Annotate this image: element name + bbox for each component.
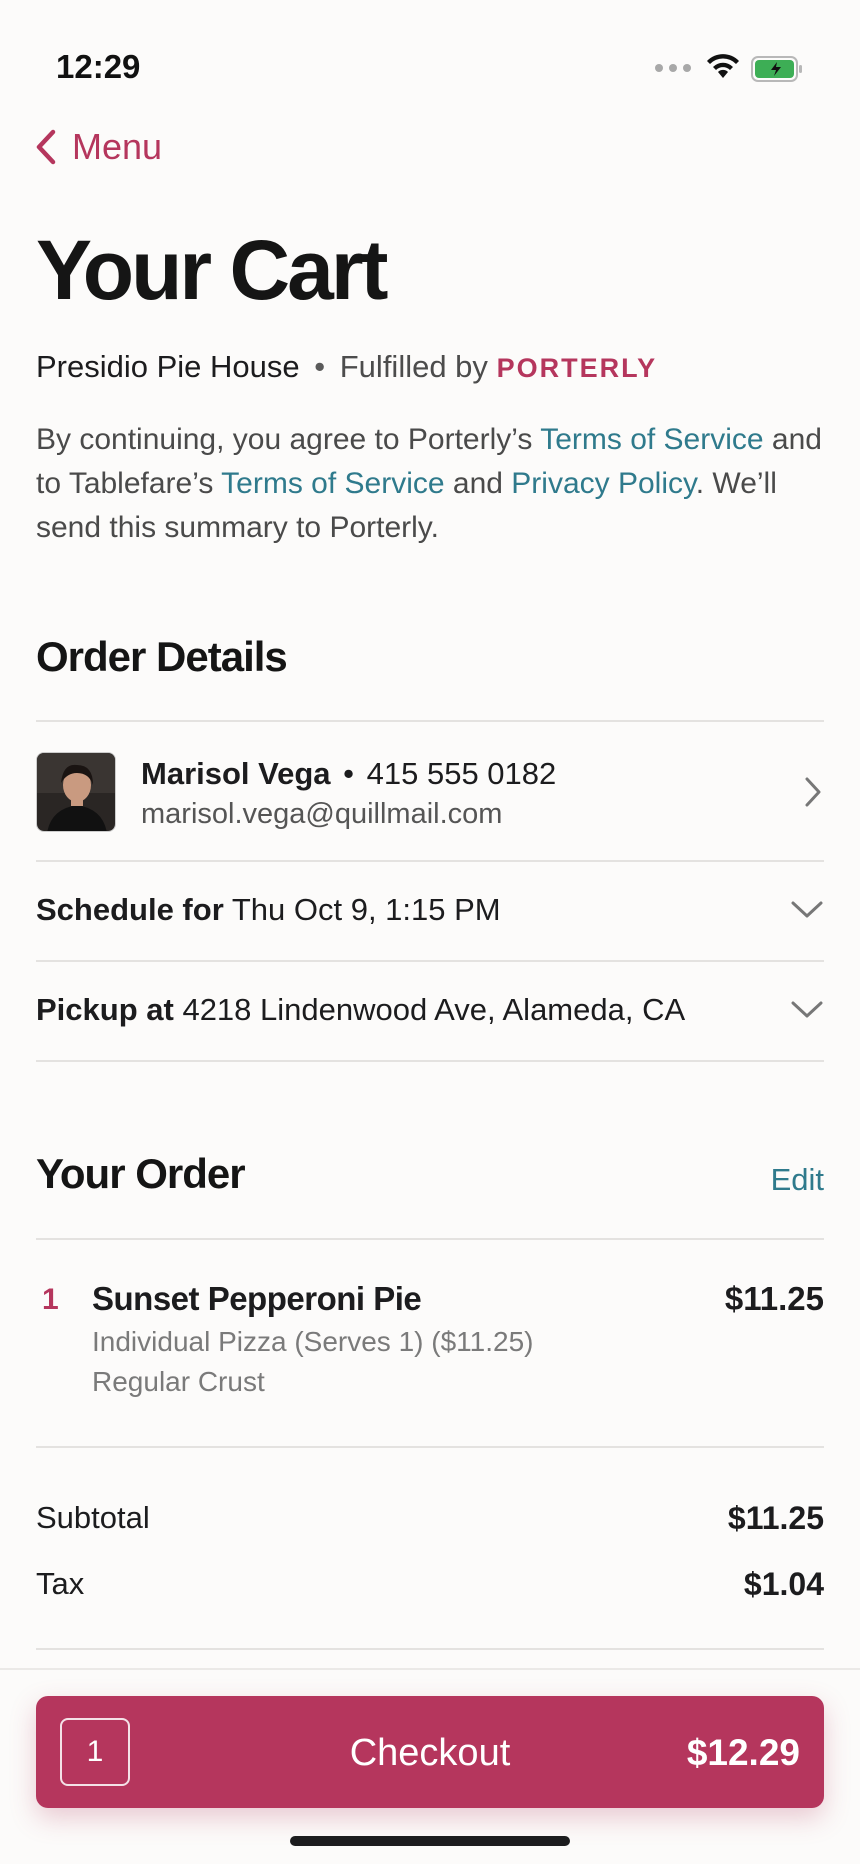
schedule-row[interactable]: Schedule for Thu Oct 9, 1:15 PM [36, 862, 824, 960]
fulfilled-by-label: Fulfilled by [339, 349, 488, 384]
separator-dot: • [314, 349, 326, 384]
pickup-label-line: Pickup at 4218 Lindenwood Ave, Alameda, … [36, 992, 685, 1028]
page-title: Your Cart [36, 223, 388, 317]
divider [36, 1648, 824, 1650]
contact-name-line: Marisol Vega • 415 555 0182 [141, 756, 556, 792]
contact-phone: 415 555 0182 [366, 756, 557, 791]
tax-label: Tax [36, 1566, 85, 1601]
wifi-icon [707, 54, 739, 78]
your-order-title: Your Order [36, 1150, 246, 1197]
status-bar: 12:29 [0, 0, 860, 120]
courier-brand: PORTERLY [496, 353, 658, 383]
avatar [36, 752, 116, 832]
porterly-terms-link[interactable]: Terms of Service [540, 423, 763, 456]
order-details-title: Order Details [36, 633, 288, 680]
checkout-button[interactable]: 1 Checkout $12.29 [36, 1696, 824, 1808]
battery-icon [751, 56, 802, 82]
edit-order-button[interactable]: Edit [771, 1162, 824, 1198]
schedule-value: Thu Oct 9, 1:15 PM [231, 892, 501, 927]
tax-value: $1.04 [743, 1566, 824, 1602]
status-time: 12:29 [56, 48, 141, 85]
privacy-policy-link[interactable]: Privacy Policy [511, 467, 695, 500]
back-button[interactable]: Menu [34, 122, 162, 172]
chevron-down-icon [791, 901, 823, 918]
pickup-label: Pickup at [36, 992, 174, 1027]
contact-row[interactable]: Marisol Vega • 415 555 0182 marisol.vega… [36, 722, 824, 860]
item-price: $11.25 [724, 1280, 824, 1317]
chevron-right-icon [805, 777, 821, 807]
subtotal-label: Subtotal [36, 1500, 150, 1535]
home-indicator [290, 1836, 570, 1846]
legal-text: By continuing, you agree to Porterly’s [36, 423, 541, 456]
legal-text: and [444, 467, 512, 500]
contact-email: marisol.vega@quillmail.com [141, 798, 503, 830]
chevron-down-icon [791, 1001, 823, 1018]
legal-notice: By continuing, you agree to Porterly’s T… [36, 418, 826, 550]
schedule-label: Schedule for [36, 892, 224, 927]
pickup-row[interactable]: Pickup at 4218 Lindenwood Ave, Alameda, … [36, 962, 824, 1060]
item-size-option: Individual Pizza (Serves 1) ($11.25) [92, 1326, 534, 1357]
separator-dot: • [343, 756, 355, 791]
back-label: Menu [72, 126, 163, 167]
chevron-left-icon [36, 129, 56, 165]
checkout-total: $12.29 [686, 1732, 800, 1773]
store-name: Presidio Pie House [36, 349, 300, 384]
pickup-address: 4218 Lindenwood Ave, Alameda, CA [182, 992, 686, 1027]
schedule-label-line: Schedule for Thu Oct 9, 1:15 PM [36, 892, 501, 928]
divider [36, 1238, 824, 1240]
subtotal-value: $11.25 [727, 1500, 824, 1536]
item-crust-option: Regular Crust [92, 1366, 265, 1397]
divider [36, 1060, 824, 1062]
contact-name: Marisol Vega [141, 756, 331, 791]
store-line: Presidio Pie House • Fulfilled by PORTER… [36, 349, 657, 385]
item-name[interactable]: Sunset Pepperoni Pie [92, 1280, 422, 1318]
divider [36, 1446, 824, 1448]
item-quantity: 1 [42, 1283, 59, 1316]
signal-dots-icon [655, 64, 691, 72]
tablefare-terms-link[interactable]: Terms of Service [221, 467, 444, 500]
